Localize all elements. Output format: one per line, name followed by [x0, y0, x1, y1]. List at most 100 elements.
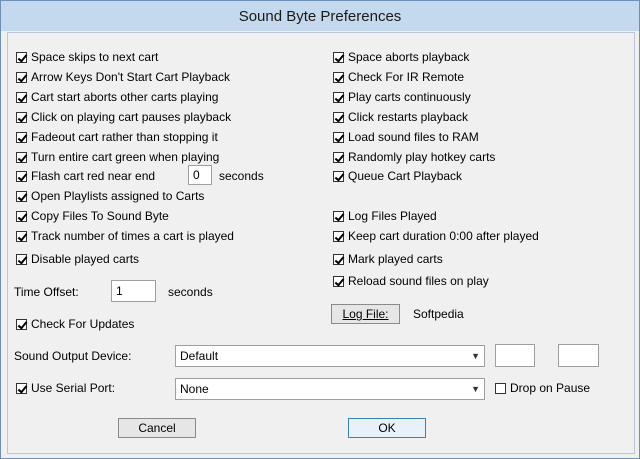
ir-remote-checkbox[interactable]: Check For IR Remote	[333, 69, 464, 85]
arrow-keys-checkbox[interactable]: Arrow Keys Don't Start Cart Playback	[16, 69, 230, 85]
checkbox-label: Load sound files to RAM	[348, 130, 479, 144]
checkbox-mark	[333, 71, 344, 83]
use-serial-checkbox[interactable]: Use Serial Port:	[16, 380, 115, 396]
space-skips-checkbox[interactable]: Space skips to next cart	[16, 49, 158, 65]
checkbox-mark	[16, 91, 27, 103]
time-offset-input[interactable]	[111, 280, 156, 302]
checkbox-label: Copy Files To Sound Byte	[31, 209, 169, 223]
checkbox-label: Play carts continuously	[348, 90, 471, 104]
checkbox-label: Randomly play hotkey carts	[348, 150, 496, 164]
mark-played-checkbox[interactable]: Mark played carts	[333, 251, 443, 267]
checkbox-mark	[16, 131, 27, 143]
queue-playback-checkbox[interactable]: Queue Cart Playback	[333, 168, 462, 184]
checkbox-mark	[333, 151, 344, 163]
ok-button[interactable]: OK	[348, 418, 426, 438]
copy-files-checkbox[interactable]: Copy Files To Sound Byte	[16, 208, 169, 224]
checkbox-mark	[333, 210, 344, 222]
output-field-1[interactable]	[495, 344, 535, 367]
checkbox-label: Fadeout cart rather than stopping it	[31, 130, 218, 144]
checkbox-mark	[16, 210, 27, 222]
checkbox-mark	[16, 111, 27, 123]
space-aborts-checkbox[interactable]: Space aborts playback	[333, 49, 469, 65]
click-restarts-checkbox[interactable]: Click restarts playback	[333, 109, 468, 125]
chevron-down-icon: ▼	[471, 351, 480, 361]
checkbox-label: Check For IR Remote	[348, 70, 465, 84]
checkbox-mark	[16, 318, 27, 330]
checkbox-mark	[333, 91, 344, 103]
checkbox-mark	[16, 170, 27, 182]
disable-played-checkbox[interactable]: Disable played carts	[16, 251, 139, 267]
track-number-checkbox[interactable]: Track number of times a cart is played	[16, 228, 234, 244]
ok-button-label: OK	[378, 421, 396, 435]
checkbox-label: Queue Cart Playback	[348, 169, 463, 183]
checkbox-mark	[16, 151, 27, 163]
checkbox-label: Arrow Keys Don't Start Cart Playback	[31, 70, 231, 84]
log-file-value: Softpedia	[413, 307, 464, 321]
checkbox-mark	[16, 71, 27, 83]
checkbox-label: Click on playing cart pauses playback	[31, 110, 232, 124]
checkbox-mark	[333, 51, 344, 63]
time-offset-label: Time Offset:	[14, 285, 79, 299]
checkbox-mark	[333, 131, 344, 143]
serial-port-select[interactable]: None ▼	[175, 378, 485, 400]
dialog-body: Space skips to next cart Arrow Keys Don'…	[7, 32, 635, 454]
checkbox-mark	[333, 253, 344, 265]
random-hotkey-checkbox[interactable]: Randomly play hotkey carts	[333, 149, 495, 165]
checkbox-label: Reload sound files on play	[348, 274, 489, 288]
checkbox-mark	[16, 253, 27, 265]
load-ram-checkbox[interactable]: Load sound files to RAM	[333, 129, 479, 145]
reload-files-checkbox[interactable]: Reload sound files on play	[333, 273, 489, 289]
window-title: Sound Byte Preferences	[238, 7, 402, 25]
checkbox-mark	[333, 230, 344, 242]
checkbox-label: Drop on Pause	[510, 381, 591, 395]
cart-start-aborts-checkbox[interactable]: Cart start aborts other carts playing	[16, 89, 218, 105]
chevron-down-icon: ▼	[471, 384, 480, 394]
checkbox-mark	[16, 51, 27, 63]
preferences-window: Sound Byte Preferences Space skips to ne…	[0, 0, 640, 459]
checkbox-mark	[333, 170, 344, 182]
flash-seconds-unit: seconds	[219, 169, 264, 183]
checkbox-label: Click restarts playback	[348, 110, 469, 124]
checkbox-mark	[495, 382, 506, 394]
checkbox-label: Cart start aborts other carts playing	[31, 90, 219, 104]
checkbox-label: Use Serial Port:	[31, 381, 116, 395]
checkbox-mark	[16, 382, 27, 394]
checkbox-label: Track number of times a cart is played	[31, 229, 234, 243]
checkbox-label: Flash cart red near end	[31, 169, 156, 183]
checkbox-label: Space aborts playback	[348, 50, 470, 64]
sound-output-label: Sound Output Device:	[14, 349, 132, 363]
log-files-checkbox[interactable]: Log Files Played	[333, 208, 437, 224]
cancel-button[interactable]: Cancel	[118, 418, 196, 438]
drop-on-pause-checkbox[interactable]: Drop on Pause	[495, 380, 590, 396]
checkbox-mark	[16, 230, 27, 242]
checkbox-label: Open Playlists assigned to Carts	[31, 189, 205, 203]
flash-seconds-input[interactable]	[188, 165, 212, 185]
time-offset-unit: seconds	[168, 285, 213, 299]
sound-output-value: Default	[180, 349, 219, 363]
sound-output-select[interactable]: Default ▼	[175, 345, 485, 367]
checkbox-label: Mark played carts	[348, 252, 443, 266]
output-field-2[interactable]	[558, 344, 599, 367]
play-continuously-checkbox[interactable]: Play carts continuously	[333, 89, 471, 105]
log-file-button-label: Log File:	[342, 307, 389, 321]
checkbox-label: Log Files Played	[348, 209, 437, 223]
checkbox-label: Disable played carts	[31, 252, 140, 266]
checkbox-mark	[333, 111, 344, 123]
check-updates-checkbox[interactable]: Check For Updates	[16, 316, 134, 332]
cancel-button-label: Cancel	[138, 421, 176, 435]
cart-green-checkbox[interactable]: Turn entire cart green when playing	[16, 149, 219, 165]
click-pauses-checkbox[interactable]: Click on playing cart pauses playback	[16, 109, 231, 125]
open-playlists-checkbox[interactable]: Open Playlists assigned to Carts	[16, 188, 204, 204]
checkbox-label: Space skips to next cart	[31, 50, 159, 64]
checkbox-label: Turn entire cart green when playing	[31, 150, 220, 164]
flash-red-checkbox[interactable]: Flash cart red near end	[16, 168, 155, 184]
fadeout-checkbox[interactable]: Fadeout cart rather than stopping it	[16, 129, 218, 145]
checkbox-mark	[333, 275, 344, 287]
checkbox-label: Keep cart duration 0:00 after played	[348, 229, 539, 243]
checkbox-mark	[16, 190, 27, 202]
serial-port-value: None	[180, 382, 209, 396]
checkbox-label: Check For Updates	[31, 317, 135, 331]
title-bar: Sound Byte Preferences	[1, 1, 639, 31]
log-file-button[interactable]: Log File:	[331, 304, 400, 324]
keep-duration-checkbox[interactable]: Keep cart duration 0:00 after played	[333, 228, 539, 244]
